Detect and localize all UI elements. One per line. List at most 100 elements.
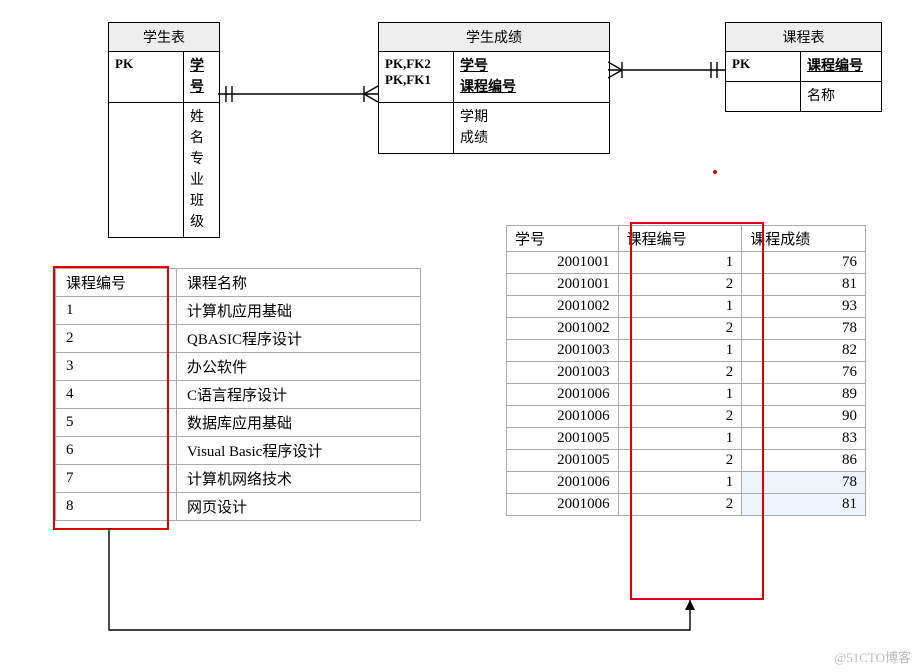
course-id-cell: 7	[56, 465, 177, 493]
course-name-cell: C语言程序设计	[177, 381, 421, 409]
student-id-cell: 2001001	[507, 274, 619, 296]
grade-cell: 81	[742, 274, 866, 296]
course-id-cell: 2	[618, 450, 742, 472]
student-id-cell: 2001003	[507, 340, 619, 362]
grade-cell: 82	[742, 340, 866, 362]
table-row: 2001006178	[507, 472, 866, 494]
course-id-cell: 1	[618, 472, 742, 494]
course-id-cell: 2	[618, 406, 742, 428]
red-dot-icon	[713, 170, 717, 174]
course-table-header-name: 课程名称	[177, 269, 421, 297]
course-name-cell: 数据库应用基础	[177, 409, 421, 437]
grade-cell: 78	[742, 318, 866, 340]
course-id-cell: 2	[618, 494, 742, 516]
course-id-cell: 1	[618, 296, 742, 318]
table-row: 2001002278	[507, 318, 866, 340]
course-id-cell: 4	[56, 381, 177, 409]
table-row: 2001001176	[507, 252, 866, 274]
relationship-student-score	[218, 84, 380, 114]
table-row: 2QBASIC程序设计	[56, 325, 421, 353]
entity-score: 学生成绩 PK,FK2 PK,FK1 学号 课程编号 学期 成绩	[378, 22, 610, 154]
score-data-table: 学号 课程编号 课程成绩 200100117620010012812001002…	[506, 225, 866, 516]
grade-cell: 83	[742, 428, 866, 450]
course-id-cell: 2	[618, 318, 742, 340]
entity-student-body: 姓名 专业 班级	[184, 103, 219, 237]
entity-score-body: 学期 成绩	[454, 103, 609, 153]
course-id-cell: 1	[618, 340, 742, 362]
table-row: 2001001281	[507, 274, 866, 296]
course-name-cell: 计算机应用基础	[177, 297, 421, 325]
entity-course: 课程表 PK 课程编号 名称	[725, 22, 882, 112]
course-name-cell: Visual Basic程序设计	[177, 437, 421, 465]
table-row: 2001002193	[507, 296, 866, 318]
student-id-cell: 2001006	[507, 384, 619, 406]
table-row: 4C语言程序设计	[56, 381, 421, 409]
course-data-table: 课程编号 课程名称 1计算机应用基础2QBASIC程序设计3办公软件4C语言程序…	[55, 268, 421, 521]
course-id-cell: 1	[618, 428, 742, 450]
student-id-cell: 2001006	[507, 494, 619, 516]
table-row: 2001006281	[507, 494, 866, 516]
student-id-cell: 2001006	[507, 472, 619, 494]
student-id-cell: 2001001	[507, 252, 619, 274]
table-row: 8网页设计	[56, 493, 421, 521]
student-id-cell: 2001005	[507, 428, 619, 450]
entity-course-pk-label: PK	[726, 52, 801, 81]
grade-cell: 93	[742, 296, 866, 318]
entity-course-title: 课程表	[726, 23, 881, 52]
course-id-cell: 8	[56, 493, 177, 521]
table-row: 7计算机网络技术	[56, 465, 421, 493]
course-id-cell: 1	[618, 252, 742, 274]
entity-student-pk-field: 学号	[184, 52, 219, 102]
table-row: 1计算机应用基础	[56, 297, 421, 325]
course-name-cell: 网页设计	[177, 493, 421, 521]
course-name-cell: QBASIC程序设计	[177, 325, 421, 353]
entity-student: 学生表 PK 学号 姓名 专业 班级	[108, 22, 220, 238]
entity-score-pk-field: 学号 课程编号	[454, 52, 609, 102]
course-id-cell: 1	[56, 297, 177, 325]
grade-cell: 81	[742, 494, 866, 516]
course-id-cell: 5	[56, 409, 177, 437]
entity-student-title: 学生表	[109, 23, 219, 52]
grade-cell: 76	[742, 252, 866, 274]
table-row: 5数据库应用基础	[56, 409, 421, 437]
course-id-cell: 2	[56, 325, 177, 353]
entity-student-pk-label: PK	[109, 52, 184, 102]
table-row: 2001003276	[507, 362, 866, 384]
score-table-header-row: 学号 课程编号 课程成绩	[507, 226, 866, 252]
score-table-header-course: 课程编号	[618, 226, 742, 252]
student-id-cell: 2001005	[507, 450, 619, 472]
course-table-header-id: 课程编号	[56, 269, 177, 297]
course-id-cell: 2	[618, 274, 742, 296]
student-id-cell: 2001002	[507, 318, 619, 340]
score-table-header-student: 学号	[507, 226, 619, 252]
table-row: 2001006189	[507, 384, 866, 406]
watermark-text: @51CTO博客	[834, 647, 911, 666]
course-table-header-row: 课程编号 课程名称	[56, 269, 421, 297]
table-row: 3办公软件	[56, 353, 421, 381]
entity-score-title: 学生成绩	[379, 23, 609, 52]
grade-cell: 89	[742, 384, 866, 406]
grade-cell: 86	[742, 450, 866, 472]
grade-cell: 90	[742, 406, 866, 428]
table-row: 2001005286	[507, 450, 866, 472]
student-id-cell: 2001002	[507, 296, 619, 318]
course-id-cell: 2	[618, 362, 742, 384]
entity-course-body: 名称	[801, 82, 881, 111]
table-row: 2001006290	[507, 406, 866, 428]
course-id-cell: 6	[56, 437, 177, 465]
student-id-cell: 2001006	[507, 406, 619, 428]
entity-course-pk-field: 课程编号	[801, 52, 881, 81]
course-id-cell: 3	[56, 353, 177, 381]
student-id-cell: 2001003	[507, 362, 619, 384]
grade-cell: 78	[742, 472, 866, 494]
course-name-cell: 计算机网络技术	[177, 465, 421, 493]
course-name-cell: 办公软件	[177, 353, 421, 381]
grade-cell: 76	[742, 362, 866, 384]
score-table-header-grade: 课程成绩	[742, 226, 866, 252]
table-row: 2001003182	[507, 340, 866, 362]
table-row: 2001005183	[507, 428, 866, 450]
table-row: 6Visual Basic程序设计	[56, 437, 421, 465]
relationship-course-score	[608, 60, 728, 90]
course-id-cell: 1	[618, 384, 742, 406]
entity-score-pk-label: PK,FK2 PK,FK1	[379, 52, 454, 102]
